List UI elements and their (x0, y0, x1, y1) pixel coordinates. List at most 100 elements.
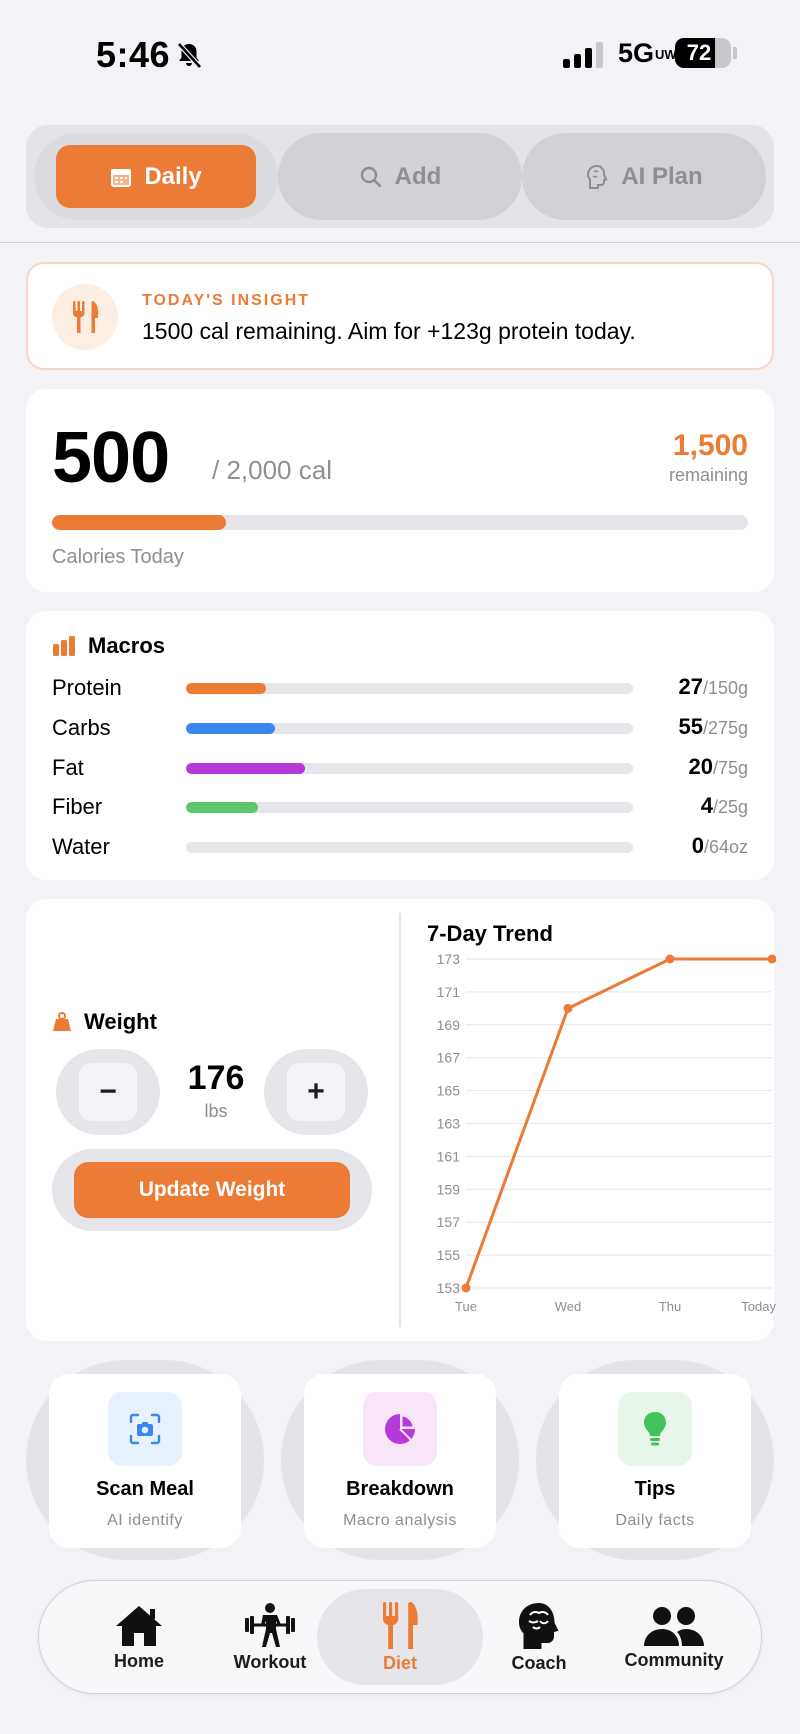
tips-title: Tips (634, 1478, 676, 1500)
macro-progress-bar (186, 683, 633, 694)
trend-point (767, 954, 776, 964)
y-tick-label: 155 (437, 1247, 461, 1263)
calories-goal: / 2,000 cal (212, 455, 332, 485)
plus-icon: + (287, 1063, 345, 1121)
trend-title: 7-Day Trend (427, 921, 553, 946)
tab-add-label: Add (394, 162, 442, 190)
macro-value: 55/275g (678, 714, 748, 739)
weight-card: Weight − 176 lbs + Update Weight 7-Day T… (26, 899, 776, 1341)
update-weight-container: Update Weight (52, 1149, 372, 1231)
macro-progress-fill (186, 723, 276, 734)
y-tick-label: 165 (437, 1083, 461, 1099)
macro-progress-fill (186, 683, 267, 694)
bottom-tab-bar: Home Workout Diet Coach Community (38, 1580, 762, 1694)
tab-community[interactable]: Community (607, 1581, 741, 1693)
weight-header: Weight (52, 1009, 157, 1035)
y-tick-label: 157 (437, 1214, 461, 1230)
tab-add[interactable]: Add (278, 133, 522, 220)
calories-remaining-label: remaining (668, 465, 748, 485)
fork-knife-icon (383, 1601, 418, 1649)
tab-daily-label: Daily (144, 162, 202, 190)
battery-tip (733, 47, 737, 59)
trend-point (563, 1003, 573, 1013)
macro-row-fiber: Fiber 4/25g (52, 792, 748, 822)
scan-meal-subtitle: AI identify (107, 1512, 183, 1529)
status-bar: 5:46 5GUW 72 (0, 0, 800, 110)
tab-ai-plan-label: AI Plan (621, 162, 703, 190)
calendar-icon (111, 168, 132, 187)
weight-divider (399, 913, 401, 1327)
macro-name: Fat (52, 755, 84, 780)
workout-icon (245, 1602, 295, 1647)
search-icon (360, 166, 381, 187)
macro-name: Water (52, 834, 110, 859)
macro-name: Fiber (52, 794, 103, 819)
update-weight-button[interactable]: Update Weight (74, 1162, 350, 1218)
trend-point (665, 954, 675, 964)
insight-label: TODAY'S INSIGHT (142, 292, 311, 309)
brain-head-icon (519, 1602, 559, 1649)
y-tick-label: 153 (437, 1280, 461, 1296)
y-tick-label: 159 (437, 1181, 461, 1197)
fork-knife-icon (52, 284, 118, 350)
macro-progress-bar (186, 723, 633, 734)
macro-name: Protein (52, 675, 122, 700)
x-tick-label: Today (741, 1299, 776, 1314)
calories-card: 500 / 2,000 cal 1,500 remaining Calories… (26, 389, 774, 592)
pie-chart-icon (363, 1392, 437, 1466)
macro-progress-bar (186, 763, 633, 774)
decrease-weight-button[interactable]: − (56, 1049, 160, 1135)
calories-label: Calories Today (52, 546, 184, 568)
y-tick-label: 173 (437, 951, 461, 967)
insight-text: 1500 cal remaining. Aim for +123g protei… (142, 318, 636, 344)
tab-coach-label: Coach (511, 1652, 567, 1673)
tab-coach[interactable]: Coach (479, 1581, 599, 1693)
weight-icon (53, 1012, 71, 1031)
y-tick-label: 169 (437, 1017, 461, 1033)
tab-home-label: Home (113, 1650, 164, 1671)
brain-icon (587, 164, 608, 189)
y-tick-label: 167 (437, 1050, 461, 1066)
x-tick-label: Wed (555, 1299, 582, 1314)
tab-ai-plan[interactable]: AI Plan (522, 133, 766, 220)
people-icon (644, 1606, 704, 1646)
x-tick-label: Thu (659, 1299, 681, 1314)
battery-level: 72 (686, 40, 712, 65)
macro-progress-bar (186, 842, 633, 853)
x-tick-label: Tue (455, 1299, 477, 1314)
weight-value: 176 (187, 1059, 245, 1097)
tips-subtitle: Daily facts (615, 1512, 695, 1529)
breakdown-title: Breakdown (346, 1478, 454, 1500)
tab-daily[interactable]: Daily (34, 133, 278, 220)
tab-diet-label: Diet (382, 1652, 417, 1673)
trend-point (461, 1283, 471, 1293)
bar-chart-icon (53, 636, 75, 656)
weight-unit: lbs (204, 1101, 228, 1121)
breakdown-button[interactable]: Breakdown Macro analysis (304, 1374, 496, 1548)
weight-title: Weight (84, 1009, 157, 1034)
y-tick-label: 171 (437, 984, 461, 1000)
scan-meal-button[interactable]: Scan Meal AI identify (49, 1374, 241, 1548)
increase-weight-button[interactable]: + (264, 1049, 368, 1135)
status-time: 5:46 (96, 34, 171, 75)
macro-value: 0/64oz (691, 833, 748, 858)
macro-value: 20/75g (688, 754, 748, 779)
trend-chart: 173 171 169 167 165 163 161 159 157 155 153 Tue Wed T… (437, 951, 776, 1314)
bell-slash-icon (177, 42, 202, 69)
tips-button[interactable]: Tips Daily facts (559, 1374, 751, 1548)
tab-diet[interactable]: Diet (317, 1589, 483, 1685)
breakdown-subtitle: Macro analysis (343, 1512, 457, 1529)
y-tick-label: 161 (437, 1148, 461, 1164)
macro-name: Carbs (52, 715, 111, 740)
scan-meal-title: Scan Meal (96, 1478, 194, 1500)
tab-workout-label: Workout (233, 1651, 307, 1672)
tab-home[interactable]: Home (79, 1581, 199, 1693)
macro-value: 4/25g (700, 793, 748, 818)
macro-row-carbs: Carbs 55/275g (52, 713, 748, 743)
macro-row-water: Water 0/64oz (52, 832, 748, 862)
macro-row-protein: Protein 27/150g (52, 673, 748, 703)
y-tick-label: 163 (437, 1116, 461, 1132)
calories-progress-bar (52, 515, 748, 530)
insight-card: TODAY'S INSIGHT 1500 cal remaining. Aim … (26, 262, 774, 370)
header-divider (0, 242, 800, 243)
